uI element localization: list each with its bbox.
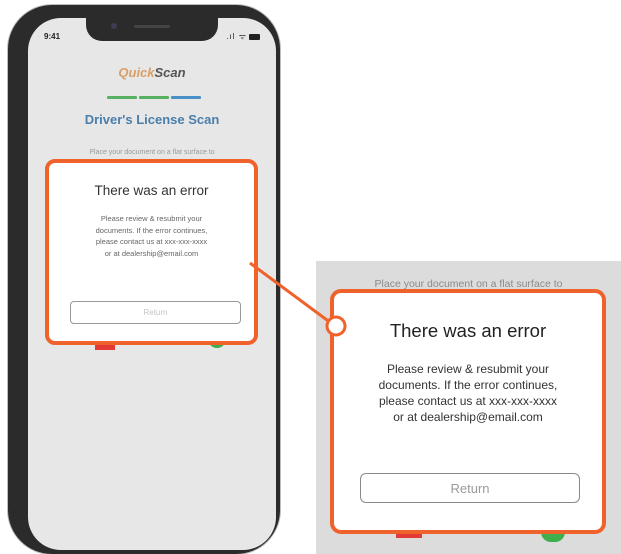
callout-connector: [249, 261, 347, 337]
callout-line: [249, 261, 332, 325]
callout-dot-icon: [325, 315, 347, 337]
